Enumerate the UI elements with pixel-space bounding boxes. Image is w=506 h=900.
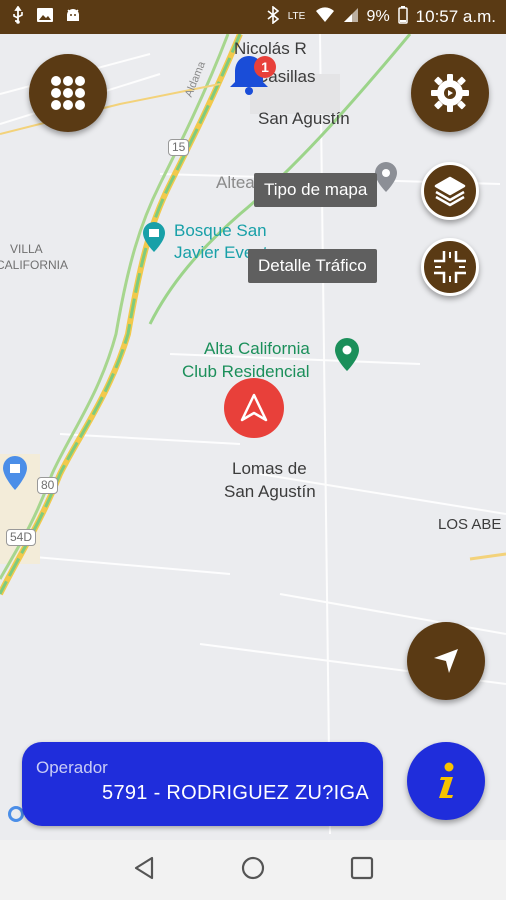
system-nav-bar bbox=[0, 840, 506, 900]
info-button[interactable] bbox=[407, 742, 485, 820]
place-label-alta-1: Alta California bbox=[204, 339, 310, 358]
map-type-button[interactable] bbox=[421, 162, 479, 220]
back-icon[interactable] bbox=[132, 855, 156, 886]
battery-icon bbox=[397, 5, 408, 29]
grid-icon bbox=[51, 76, 85, 110]
notification-badge: 1 bbox=[254, 56, 276, 78]
highway-shield-15: 15 bbox=[168, 139, 190, 156]
android-icon bbox=[64, 7, 82, 28]
intersection-icon bbox=[434, 251, 466, 283]
map-type-tooltip[interactable]: Tipo de mapa bbox=[254, 173, 378, 207]
place-label-lomas-2: San Agustín bbox=[224, 482, 316, 501]
menu-grid-button[interactable] bbox=[29, 54, 107, 132]
traffic-tooltip[interactable]: Detalle Tráfico bbox=[248, 249, 377, 283]
info-icon bbox=[439, 762, 454, 798]
location-arrow-icon bbox=[434, 649, 458, 673]
signal-icon bbox=[343, 7, 359, 28]
place-label-san-agustin: San Agustín bbox=[258, 109, 350, 128]
wifi-icon bbox=[315, 6, 335, 28]
shopping-pin-icon bbox=[0, 454, 30, 499]
recenter-location-button[interactable] bbox=[407, 622, 485, 700]
current-location-marker[interactable] bbox=[224, 378, 284, 438]
settings-button[interactable] bbox=[411, 54, 489, 132]
bluetooth-icon bbox=[267, 4, 279, 29]
place-label-bosque-1: Bosque San bbox=[174, 221, 267, 240]
highway-shield-54d: 54D bbox=[6, 529, 37, 546]
volte-icon: LTE bbox=[287, 11, 306, 22]
place-label-los-abe: LOS ABE bbox=[438, 516, 502, 533]
highway-shield-80: 80 bbox=[37, 477, 59, 494]
bosque-pin-icon bbox=[140, 220, 168, 259]
traffic-button[interactable] bbox=[421, 238, 479, 296]
operator-card[interactable]: Operador 5791 - RODRIGUEZ ZU?IGA bbox=[22, 742, 383, 826]
alta-pin-icon bbox=[332, 336, 362, 379]
status-time: 10:57 a.m. bbox=[415, 7, 496, 26]
place-label-villa-2: CALIFORNIA bbox=[0, 258, 69, 272]
notification-bell-icon[interactable]: 1 bbox=[226, 52, 276, 100]
place-label-villa-1: VILLA bbox=[10, 242, 43, 256]
operator-value: 5791 - RODRIGUEZ ZU?IGA bbox=[102, 782, 369, 804]
operator-label: Operador bbox=[36, 758, 108, 777]
gear-icon bbox=[431, 74, 469, 112]
layers-icon bbox=[434, 176, 466, 207]
place-label-lomas-1: Lomas de bbox=[232, 459, 307, 478]
navigation-arrow-icon bbox=[240, 393, 268, 422]
home-icon[interactable] bbox=[240, 855, 266, 886]
image-icon bbox=[36, 7, 54, 28]
usb-icon bbox=[10, 4, 26, 29]
status-bar: LTE 9% 10:57 a.m. bbox=[0, 0, 506, 34]
recents-icon[interactable] bbox=[350, 856, 374, 885]
battery-percent: 9% bbox=[366, 8, 390, 25]
